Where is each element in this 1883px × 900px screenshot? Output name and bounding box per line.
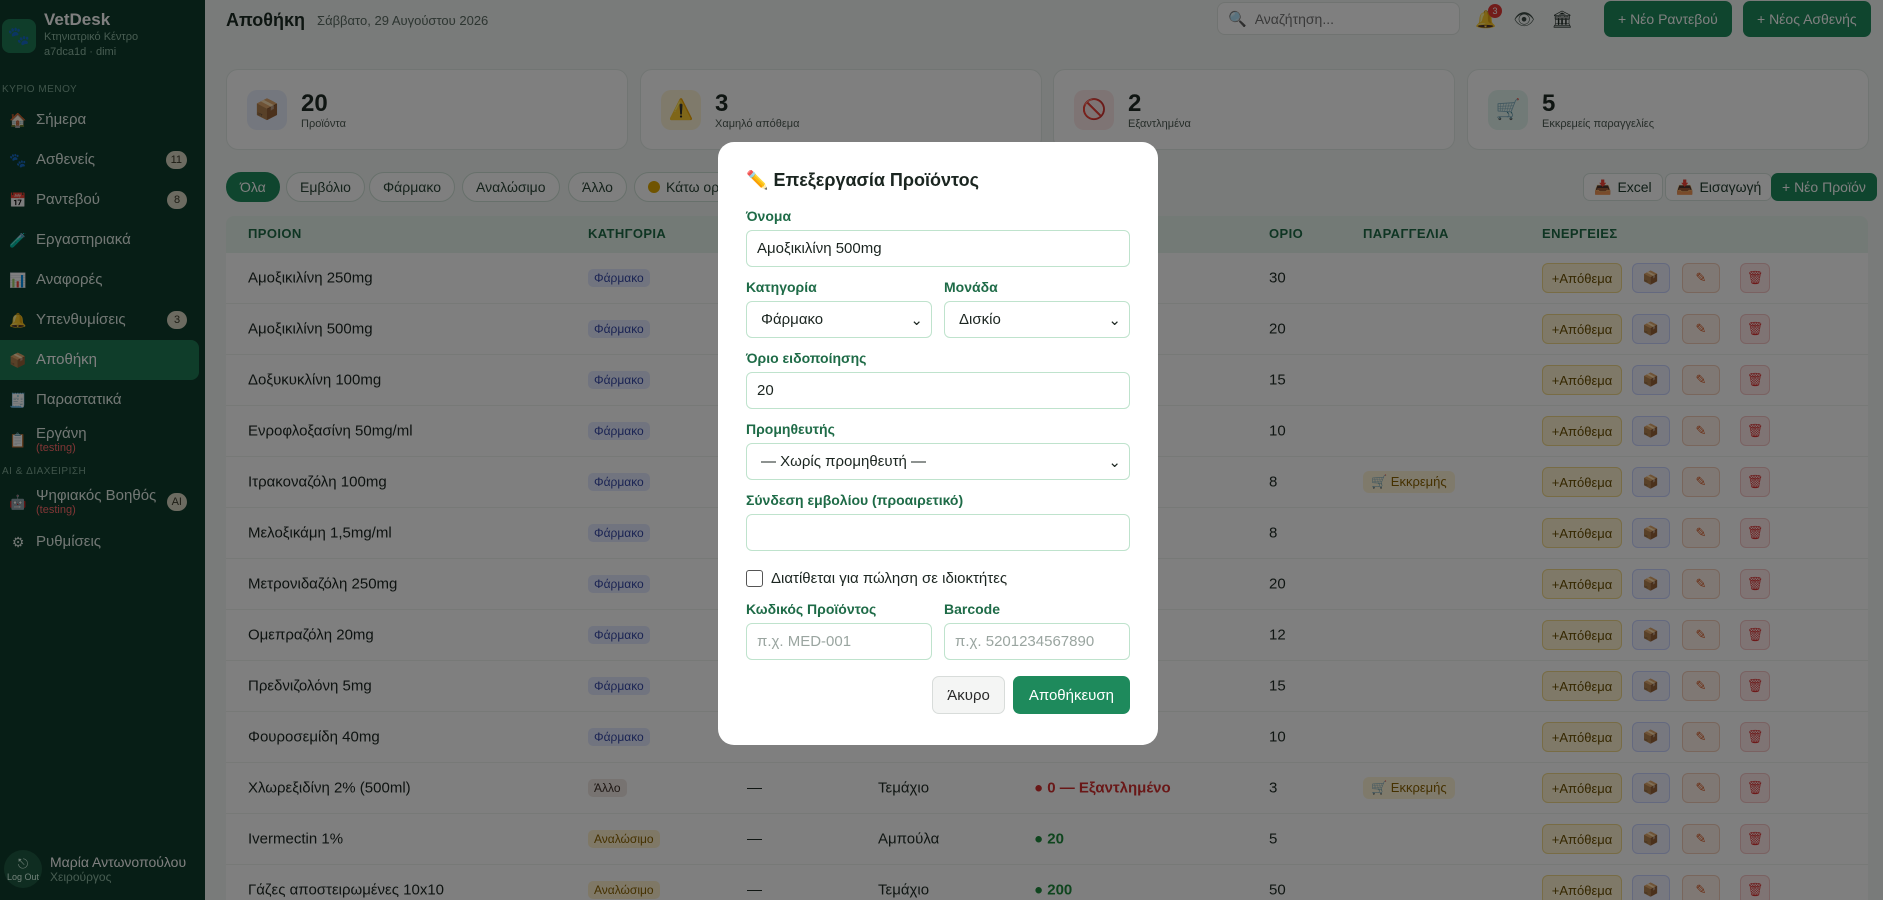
pencil-icon: ✏️ — [746, 170, 769, 190]
category-select[interactable]: Φάρμακο ⌄ — [746, 301, 932, 338]
unit-value: Δισκίο — [959, 311, 1001, 328]
edit-product-modal: ✏️ Επεξεργασία Προϊόντος Όνομα Κατηγορία… — [718, 142, 1158, 745]
modal-title-text: Επεξεργασία Προϊόντος — [773, 170, 979, 190]
unit-select[interactable]: Δισκίο ⌄ — [944, 301, 1130, 338]
supplier-label: Προμηθευτής — [746, 421, 835, 437]
chevron-down-icon: ⌄ — [910, 311, 923, 329]
code-label: Κωδικός Προϊόντος — [746, 601, 877, 617]
code-input[interactable] — [746, 623, 932, 660]
threshold-input[interactable] — [746, 372, 1130, 409]
sale-checkbox[interactable] — [746, 569, 763, 587]
vaccine-link-input[interactable] — [746, 514, 1130, 551]
supplier-select[interactable]: — Χωρίς προμηθευτή — ⌄ — [746, 443, 1130, 480]
name-label: Όνομα — [746, 208, 792, 224]
unit-label: Μονάδα — [944, 279, 998, 295]
threshold-label: Όριο ειδοποίησης — [746, 350, 867, 366]
name-input[interactable] — [746, 230, 1130, 267]
sale-checkbox-row[interactable]: Διατίθεται για πώληση σε ιδιοκτήτες — [746, 569, 1130, 587]
modal-title: ✏️ Επεξεργασία Προϊόντος — [746, 170, 1130, 200]
sale-checkbox-label: Διατίθεται για πώληση σε ιδιοκτήτες — [771, 569, 1008, 587]
barcode-label: Barcode — [944, 601, 1001, 617]
cancel-button[interactable]: Άκυρο — [932, 676, 1005, 714]
category-value: Φάρμακο — [761, 311, 824, 328]
vaccine-link-label: Σύνδεση εμβολίου (προαιρετικό) — [746, 492, 964, 508]
save-button[interactable]: Αποθήκευση — [1012, 676, 1130, 714]
category-label: Κατηγορία — [746, 279, 817, 295]
chevron-down-icon: ⌄ — [1108, 453, 1121, 471]
supplier-value: — Χωρίς προμηθευτή — — [761, 453, 927, 470]
chevron-down-icon: ⌄ — [1108, 311, 1121, 329]
barcode-input[interactable] — [944, 623, 1130, 660]
